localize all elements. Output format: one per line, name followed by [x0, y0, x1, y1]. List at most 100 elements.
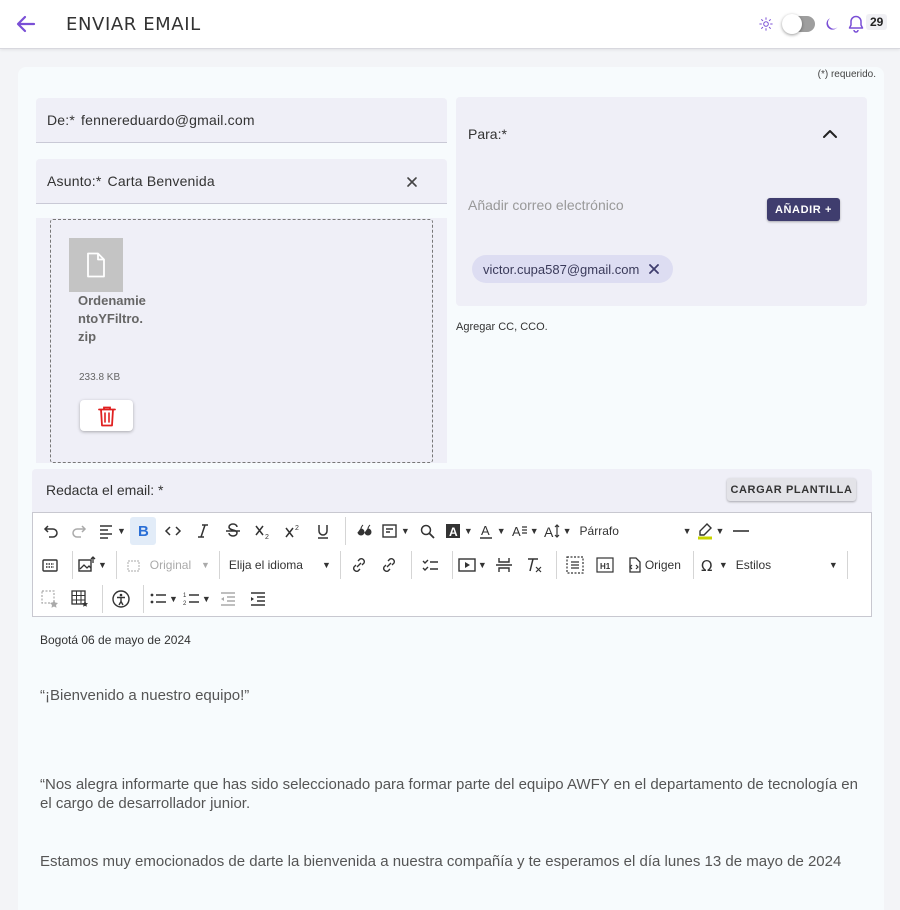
strikethrough-icon	[225, 523, 240, 537]
top-bar: ENVIAR EMAIL 29	[0, 0, 900, 49]
add-email-input[interactable]	[468, 197, 748, 213]
underline-button[interactable]	[310, 517, 336, 545]
template-icon	[382, 524, 397, 538]
special-characters-dropdown[interactable]: Ω ▼	[699, 551, 728, 579]
accessibility-button[interactable]	[108, 585, 134, 613]
strikethrough-button[interactable]	[220, 517, 246, 545]
image-size-select[interactable]: Original ▼	[122, 557, 214, 573]
keyboard-icon	[42, 559, 58, 572]
bold-icon: B	[138, 523, 149, 540]
font-size-dropdown[interactable]: A ▼	[543, 517, 572, 545]
font-family-dropdown[interactable]: A ▼	[510, 517, 539, 545]
redo-button[interactable]	[67, 517, 93, 545]
font-background-color-dropdown[interactable]: A ▼	[444, 517, 473, 545]
toolbar-separator	[218, 551, 220, 579]
horizontal-line-button[interactable]	[728, 517, 754, 545]
styles-select[interactable]: Estilos ▼	[732, 558, 842, 572]
from-label: De:*	[47, 112, 76, 128]
toolbar-separator	[339, 551, 341, 579]
code-button[interactable]	[160, 517, 186, 545]
superscript-button[interactable]: 2	[280, 517, 306, 545]
font-family-icon: A	[512, 524, 527, 539]
undo-button[interactable]	[37, 517, 63, 545]
italic-button[interactable]	[190, 517, 216, 545]
remove-format-icon	[527, 558, 542, 573]
file-size: 233.8 KB	[79, 372, 121, 383]
editor-date-line: Bogotá 06 de mayo de 2024	[40, 633, 191, 647]
bold-button[interactable]: B	[129, 517, 156, 545]
editor-greeting: “¡Bienvenido a nuestro equipo!”	[40, 687, 250, 704]
numbered-list-dropdown[interactable]: 1 2 ▼	[182, 585, 211, 613]
language-select[interactable]: Elija el idioma ▼	[225, 558, 335, 572]
bell-icon[interactable]	[846, 14, 866, 34]
svg-text:A: A	[544, 524, 554, 540]
back-arrow-icon[interactable]	[14, 12, 38, 36]
svg-text:1: 1	[183, 593, 187, 599]
select-all-icon	[566, 556, 584, 574]
unlink-button[interactable]	[376, 551, 402, 579]
bulleted-list-dropdown[interactable]: ▼	[149, 585, 178, 613]
svg-text:Ω: Ω	[701, 557, 712, 574]
link-button[interactable]	[346, 551, 372, 579]
editor-paragraph-2: Estamos muy emocionados de darte la bien…	[40, 853, 842, 870]
toolbar-separator	[451, 551, 453, 579]
toolbar-separator	[72, 551, 73, 579]
sun-icon	[759, 17, 773, 31]
select-all-button[interactable]	[562, 551, 588, 579]
notification-badge: 29	[866, 14, 888, 30]
outdent-button[interactable]	[215, 585, 241, 613]
chevron-up-icon[interactable]	[822, 127, 838, 139]
insert-merge-field-button[interactable]	[37, 585, 63, 613]
toolbar-separator	[846, 551, 848, 579]
print-button[interactable]	[37, 551, 63, 579]
highlight-icon	[697, 523, 712, 540]
load-template-button[interactable]: CARGAR PLANTILLA	[727, 478, 856, 501]
from-field[interactable]: De:* fennereduardo@gmail.com	[36, 98, 447, 143]
file-icon	[87, 252, 105, 278]
subject-label: Asunto:*	[47, 173, 102, 189]
file-thumbnail	[69, 238, 123, 292]
heading-1-icon: H1	[596, 557, 614, 573]
remove-recipient-icon[interactable]	[649, 264, 660, 274]
remove-format-button[interactable]	[521, 551, 547, 579]
indent-button[interactable]	[245, 585, 271, 613]
page-break-button[interactable]	[491, 551, 517, 579]
highlight-dropdown[interactable]: ▼	[696, 517, 724, 545]
insert-template-dropdown[interactable]: ▼	[381, 517, 410, 545]
attachment-dropzone[interactable]: OrdenamientoYFiltro.zip 233.8 KB	[50, 219, 433, 463]
add-recipient-button[interactable]: AÑADIR +	[767, 198, 840, 221]
subject-value: Carta Benvenida	[107, 173, 215, 189]
toolbar-separator	[692, 551, 694, 579]
clear-subject-icon[interactable]	[406, 176, 418, 188]
align-dropdown[interactable]: ▼	[97, 517, 126, 545]
find-replace-button[interactable]	[414, 517, 440, 545]
add-cc-bcc-link[interactable]: Agregar CC, CCO.	[456, 321, 548, 333]
source-editing-button[interactable]: Origen	[622, 551, 684, 579]
quote-icon	[357, 524, 372, 536]
find-replace-icon	[420, 524, 435, 539]
unlink-icon	[382, 558, 395, 572]
email-form-card: (*) requerido. De:* fennereduardo@gmail.c…	[18, 67, 884, 910]
font-color-icon: A	[479, 523, 492, 539]
insert-image-dropdown[interactable]: ▼	[78, 551, 107, 579]
insert-table-button[interactable]	[67, 585, 93, 613]
delete-attachment-button[interactable]	[80, 400, 133, 431]
trash-icon	[97, 406, 116, 426]
numbered-list-icon: 12	[183, 593, 199, 607]
font-size-icon: A	[544, 524, 560, 540]
file-name: OrdenamientoYFiltro.zip	[78, 293, 146, 344]
blockquote-button[interactable]	[351, 517, 377, 545]
theme-toggle[interactable]	[782, 14, 815, 34]
media-embed-dropdown[interactable]: ▼	[458, 551, 487, 579]
to-label: Para:*	[468, 126, 507, 142]
font-color-dropdown[interactable]: A ▼	[477, 517, 506, 545]
indent-icon	[250, 592, 265, 606]
subscript-button[interactable]: 2	[250, 517, 276, 545]
heading-select[interactable]: Párrafo ▼	[576, 524, 696, 538]
heading-1-button[interactable]: H1	[592, 551, 618, 579]
code-icon	[164, 526, 181, 536]
italic-icon	[197, 524, 208, 538]
todo-list-button[interactable]	[417, 551, 443, 579]
toggle-knob	[782, 14, 802, 34]
subject-field[interactable]: Asunto:* Carta Benvenida	[36, 159, 447, 204]
